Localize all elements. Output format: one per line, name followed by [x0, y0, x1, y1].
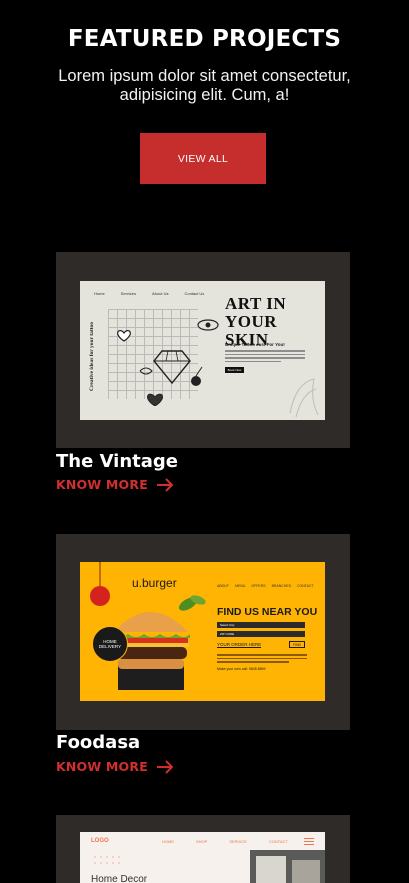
preview-book-button: Book Now [225, 367, 244, 373]
project-title: Foodasa [56, 732, 141, 753]
project-preview-image[interactable]: Home Services About Us Contact Us Creati… [80, 281, 325, 420]
home-delivery-badge: HOME DELIVERY [92, 626, 128, 662]
know-more-label: KNOW MORE [56, 477, 148, 492]
section-title: FEATURED PROJECTS [67, 26, 342, 52]
preview-paragraph [225, 350, 305, 364]
know-more-link[interactable]: KNOW MORE [56, 477, 174, 492]
preview-paragraph [217, 654, 307, 665]
preview-tagline: Unique Tattoo Just For You! [225, 342, 285, 347]
arrow-right-icon [156, 759, 174, 774]
project-preview-image[interactable]: LOGO HOME SHOP SERVICE CONTACT Home Deco… [80, 832, 325, 883]
view-all-button[interactable]: VIEW ALL [140, 133, 266, 184]
preview-headline: Home Decor [91, 874, 148, 883]
tattoo-illustration [117, 319, 219, 406]
project-title: The Vintage [56, 451, 179, 472]
preview-headline: ART IN YOUR SKIN [225, 294, 287, 349]
preview-nav: HOME SHOP SERVICE CONTACT [162, 839, 288, 844]
know-more-label: KNOW MORE [56, 759, 148, 774]
project-preview-image[interactable]: u.burger ABOUT MENU OFFERS BRANCHES CONT… [80, 562, 325, 701]
preview-side-text: Creative ideas for your tattoo [89, 321, 95, 391]
hamburger-menu-icon [304, 838, 314, 847]
preview-nav: Home Services About Us Contact Us [94, 291, 205, 296]
preview-find-button: FIND [289, 641, 305, 648]
preview-logo: LOGO [91, 838, 109, 844]
preview-call-text: Make your own call: 9845 8899 [217, 667, 266, 671]
dot-pattern [94, 856, 120, 864]
preview-nav: ABOUT MENU OFFERS BRANCHES CONTACT [217, 584, 314, 588]
arrow-right-icon [156, 477, 174, 492]
preview-city-select: Select City [217, 622, 305, 628]
preview-order-link: YOUR ORDER HERE [217, 642, 262, 648]
preview-headline: FIND US NEAR YOU [217, 606, 318, 618]
section-subtitle: Lorem ipsum dolor sit amet consectetur, … [58, 67, 351, 104]
know-more-link[interactable]: KNOW MORE [56, 759, 174, 774]
decorative-outline-shape [289, 378, 319, 418]
decor-photo [250, 850, 325, 883]
preview-zip-select: ZIP CODE [217, 631, 305, 637]
